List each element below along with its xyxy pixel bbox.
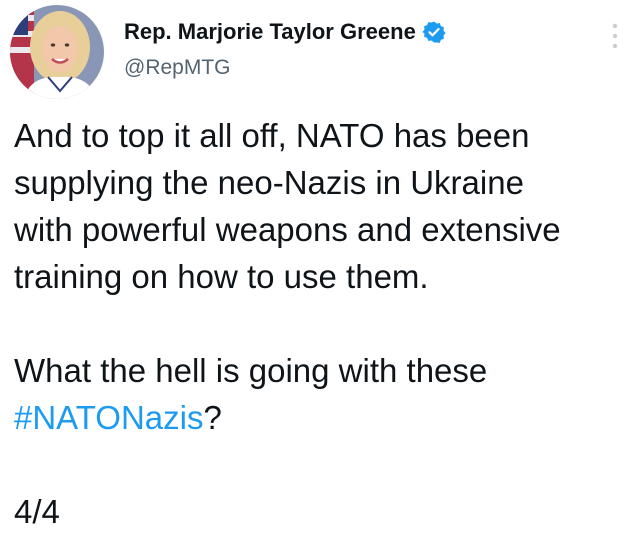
author-display-name: Rep. Marjorie Taylor Greene bbox=[124, 19, 416, 44]
thread-counter: 4/4 bbox=[14, 493, 60, 530]
hashtag-suffix: ? bbox=[203, 399, 222, 436]
tweet-paragraph-2: What the hell is going with these #NATON… bbox=[14, 347, 630, 441]
tweet-paragraph-1: And to top it all off, NATO has been sup… bbox=[14, 112, 630, 300]
more-options-icon[interactable] bbox=[605, 20, 625, 52]
profile-photo-icon bbox=[10, 5, 104, 99]
author-handle[interactable]: @RepMTG bbox=[124, 55, 231, 81]
hashtag-link[interactable]: #NATONazis bbox=[14, 399, 204, 436]
author-name-row[interactable]: Rep. Marjorie Taylor Greene bbox=[124, 18, 446, 46]
tweet-line: supplying the neo-Nazis in Ukraine bbox=[14, 164, 524, 201]
tweet-body: And to top it all off, NATO has been sup… bbox=[14, 112, 630, 535]
verified-badge-icon bbox=[422, 20, 446, 44]
tweet-line: training on how to use them. bbox=[14, 258, 429, 295]
author-avatar[interactable] bbox=[10, 5, 104, 99]
tweet-card: Rep. Marjorie Taylor Greene @RepMTG And … bbox=[0, 0, 640, 542]
tweet-line: And to top it all off, NATO has been bbox=[14, 117, 530, 154]
tweet-line: with powerful weapons and extensive bbox=[14, 211, 561, 248]
tweet-line: What the hell is going with these bbox=[14, 352, 488, 389]
